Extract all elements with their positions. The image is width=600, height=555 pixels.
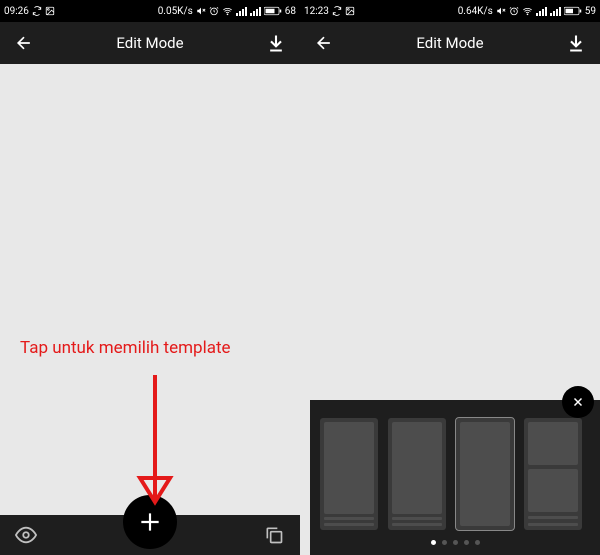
status-bar: 12:23 0.64K/s 59 — [300, 0, 600, 22]
download-button[interactable] — [564, 31, 588, 55]
page-dot[interactable] — [442, 540, 447, 545]
page-dot[interactable] — [453, 540, 458, 545]
image-icon — [45, 6, 55, 16]
signal-icon — [236, 6, 247, 16]
signal-icon-2 — [250, 6, 261, 16]
status-speed: 0.05K/s — [158, 6, 193, 17]
status-speed: 0.64K/s — [458, 6, 493, 17]
top-bar-title: Edit Mode — [336, 34, 564, 52]
layers-button[interactable] — [262, 523, 286, 547]
template-option-2[interactable] — [388, 418, 446, 530]
page-dot[interactable] — [431, 540, 436, 545]
battery-pct: 59 — [585, 6, 596, 17]
mute-icon — [496, 6, 506, 16]
download-button[interactable] — [264, 31, 288, 55]
back-button[interactable] — [12, 31, 36, 55]
signal-icon — [536, 6, 547, 16]
battery-icon — [264, 6, 282, 16]
sync-icon — [332, 6, 342, 16]
status-bar: 09:26 0.05K/s 68 — [0, 0, 300, 22]
alarm-icon — [509, 6, 519, 16]
page-dot[interactable] — [464, 540, 469, 545]
template-option-3[interactable] — [456, 418, 514, 530]
status-time: 09:26 — [4, 6, 29, 17]
app-top-bar: Edit Mode — [0, 22, 300, 64]
image-icon — [345, 6, 355, 16]
pagination-dots — [310, 534, 600, 555]
template-panel — [310, 400, 600, 555]
mute-icon — [196, 6, 206, 16]
wifi-icon — [222, 6, 233, 16]
signal-icon-2 — [550, 6, 561, 16]
page-dot[interactable] — [475, 540, 480, 545]
template-option-4[interactable] — [524, 418, 582, 530]
template-list — [310, 400, 600, 534]
alarm-icon — [209, 6, 219, 16]
top-bar-title: Edit Mode — [36, 34, 264, 52]
annotation-arrow-icon — [130, 370, 180, 510]
app-top-bar: Edit Mode — [300, 22, 600, 64]
close-panel-button[interactable] — [562, 386, 594, 418]
preview-button[interactable] — [14, 523, 38, 547]
annotation-text: Tap untuk memilih template — [20, 338, 231, 358]
sync-icon — [32, 6, 42, 16]
battery-icon — [564, 6, 582, 16]
bottom-toolbar — [0, 515, 300, 555]
wifi-icon — [522, 6, 533, 16]
template-option-1[interactable] — [320, 418, 378, 530]
status-time: 12:23 — [304, 6, 329, 17]
battery-pct: 68 — [285, 6, 296, 17]
back-button[interactable] — [312, 31, 336, 55]
